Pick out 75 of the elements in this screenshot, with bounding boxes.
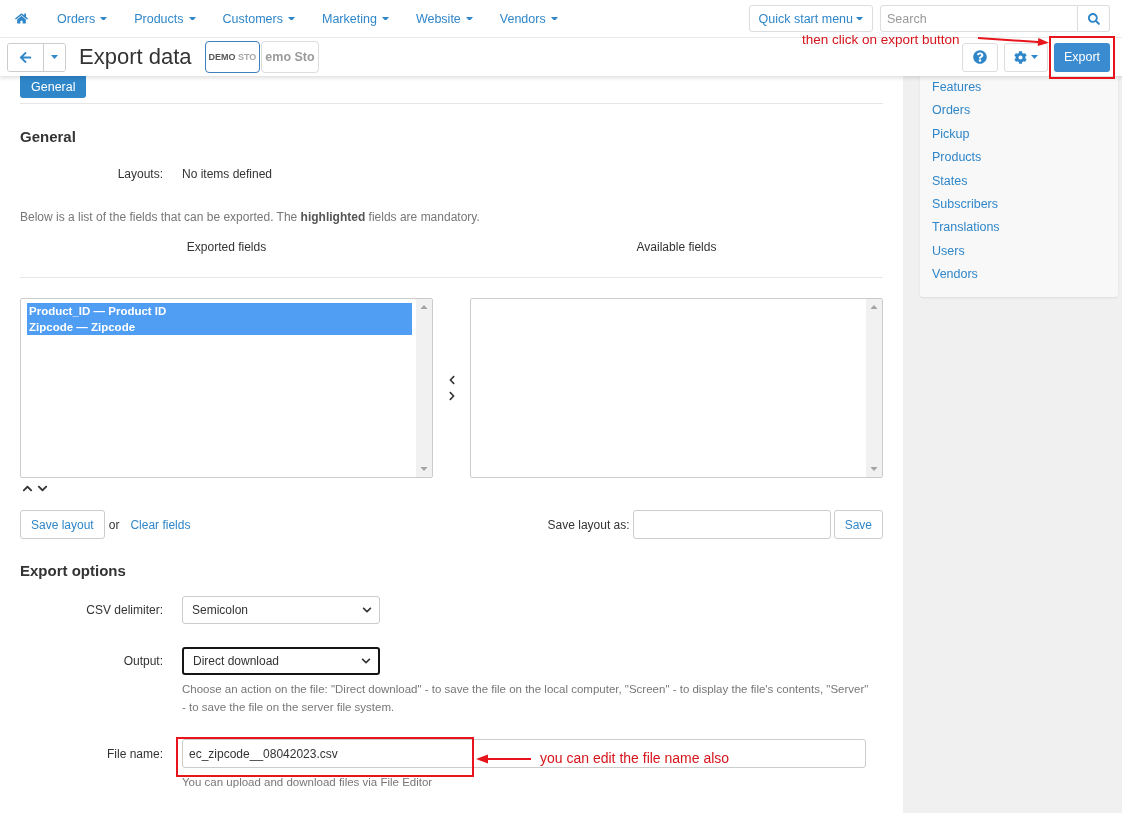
gear-icon — [1014, 50, 1027, 64]
caret-icon — [100, 16, 108, 21]
list-option[interactable]: Product_ID — Product ID — [27, 303, 412, 319]
caret-icon — [856, 16, 863, 21]
search-field[interactable]: Search — [880, 5, 1078, 32]
scrollbar[interactable] — [416, 299, 432, 477]
chevron-down-icon — [362, 605, 372, 615]
sidebar-link[interactable]: Features — [932, 76, 1106, 100]
callout-text: you can edit the file name also — [540, 750, 730, 767]
nav-menu-item[interactable]: Products — [134, 11, 196, 26]
sidebar-link[interactable]: Products — [932, 146, 1106, 170]
info-text: Below is a list of the fields that can be exported. The highlighted fields are mandatory. — [20, 209, 481, 225]
field-label: Layouts: — [117, 167, 163, 181]
dropdown-toggle[interactable] — [43, 43, 65, 71]
clear-fields-link[interactable]: Clear fields — [130, 517, 191, 532]
quick-start-menu-button[interactable]: Quick start menu — [748, 5, 873, 32]
caret-icon — [465, 16, 473, 21]
caret-icon — [1031, 55, 1038, 59]
field-label: CSV delimiter: — [86, 603, 163, 617]
fields-listbox[interactable] — [470, 298, 883, 478]
chevron-down-icon — [361, 656, 371, 666]
list-option[interactable]: Zipcode — Zipcode — [27, 319, 412, 335]
chevron-right-icon[interactable] — [446, 391, 457, 401]
arrow-left-icon — [19, 50, 32, 64]
home-icon[interactable] — [15, 12, 28, 25]
nav-menu-item[interactable]: Vendors — [499, 11, 558, 26]
help-text: Choose an action on the file: "Direct download" - to save the file on the local computer, "Screen" - to display the file's contents, "Server" - to save the file on the server file system. — [182, 682, 870, 715]
column-title: Available fields — [636, 239, 717, 255]
layout-name-field[interactable] — [632, 510, 831, 539]
search-button[interactable] — [1078, 5, 1110, 32]
sidebar-link[interactable]: Vendors — [932, 263, 1106, 287]
select-field[interactable]: Semicolon — [182, 596, 380, 624]
select-field[interactable]: Direct download — [182, 647, 380, 675]
callout-frame — [1049, 36, 1115, 79]
fields-listbox[interactable]: Product_ID — Product ID Zipcode — Zipcode — [20, 298, 433, 478]
field-label: Output: — [123, 654, 163, 668]
field-label: Save layout as: — [547, 517, 630, 532]
help-button[interactable] — [962, 42, 998, 72]
sidebar-link[interactable]: Translations — [932, 216, 1106, 240]
section-tab[interactable]: General — [20, 76, 87, 98]
caret-icon — [381, 16, 389, 21]
page-title: Export data — [79, 44, 192, 70]
nav-menu-item[interactable]: Marketing — [322, 11, 389, 26]
save-layout-button[interactable]: Save layout — [20, 510, 105, 539]
chevron-up-icon[interactable] — [22, 483, 33, 494]
search-icon — [1087, 12, 1100, 25]
field-value: No items defined — [182, 167, 273, 181]
caret-icon — [288, 16, 295, 21]
nav-menu-item[interactable]: Customers — [222, 11, 295, 26]
nav-menu-item[interactable]: Orders — [57, 11, 108, 26]
settings-dropdown-button[interactable] — [1004, 42, 1048, 72]
caret-icon — [550, 16, 558, 21]
sidebar-link[interactable]: Pickup — [932, 122, 1106, 147]
field-label: File name: — [106, 746, 163, 761]
help-icon — [973, 50, 987, 64]
sidebar-link[interactable]: States — [932, 169, 1106, 193]
sidebar-link[interactable]: Orders — [932, 99, 1106, 123]
callout-arrow — [476, 752, 532, 766]
scrollbar[interactable] — [866, 299, 882, 477]
connector-text: or — [108, 517, 120, 532]
section-heading: General — [20, 128, 76, 146]
section-heading: Export options — [20, 562, 126, 580]
save-button[interactable]: Save — [833, 510, 883, 539]
sidebar-link[interactable]: Subscribers — [932, 192, 1106, 217]
storefront-logo[interactable]: emo Sto — [261, 41, 319, 73]
chevron-down-icon[interactable] — [37, 483, 48, 494]
callout-text: then click on export button — [802, 31, 960, 48]
help-text: You can upload and download files via File Editor — [182, 775, 434, 790]
nav-menu-item[interactable]: Website — [415, 11, 473, 26]
storefront-logo[interactable]: DEMO STO — [204, 41, 261, 73]
export-button[interactable]: Export — [1054, 42, 1110, 72]
column-title: Exported fields — [186, 239, 267, 255]
caret-icon — [51, 55, 58, 59]
sidebar-link[interactable]: Users — [932, 239, 1106, 264]
caret-icon — [188, 16, 196, 21]
